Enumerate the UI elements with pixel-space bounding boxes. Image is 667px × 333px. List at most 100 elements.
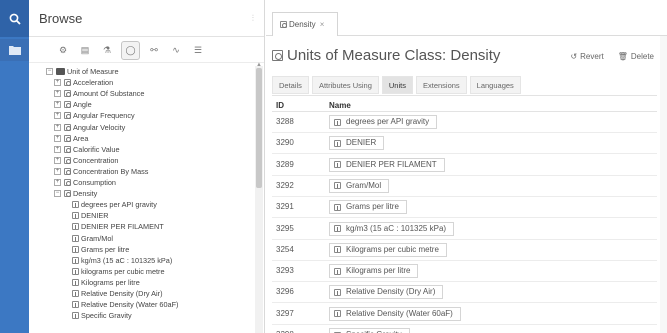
tree-scrollbar[interactable]: ▲ (255, 62, 263, 333)
expand-icon[interactable]: + (54, 101, 61, 109)
tree-class-item[interactable]: + Calorific Value (54, 144, 120, 155)
tree-class-item[interactable]: + Angular Velocity (54, 122, 125, 133)
tree-unit-item[interactable]: Relative Density (Water 60aF) (72, 299, 178, 310)
tree-unit-item[interactable]: Grams per litre (72, 244, 129, 255)
table-row[interactable]: 3298Specific Gravity (272, 325, 657, 333)
tree-unit-item[interactable]: degrees per API gravity (72, 199, 157, 210)
tab-languages[interactable]: Languages (469, 76, 521, 94)
unit-class-icon[interactable]: ◯ (121, 41, 140, 60)
tree-unit-item[interactable]: kilograms per cubic metre (72, 266, 165, 277)
list-icon[interactable]: ☰ (190, 43, 206, 59)
tree-unit-item[interactable]: DENIER PER FILAMENT (72, 221, 164, 232)
unit-name: Kilograms per cubic metre (346, 244, 439, 254)
collapse-handle-icon[interactable]: ⫶ (252, 13, 254, 24)
unit-name-chip[interactable]: DENIER (329, 136, 385, 151)
delete-button[interactable]: 🗑 Delete (618, 52, 654, 61)
tree-unit-item[interactable]: Gram/Mol (72, 233, 113, 244)
unit-icon (334, 267, 341, 275)
gear-icon[interactable]: ⚙ (55, 43, 71, 59)
page-title-text: Units of Measure Class: Density (287, 47, 501, 64)
unit-name-chip[interactable]: Gram/Mol (329, 178, 390, 193)
tree-class-item[interactable]: + Angular Frequency (54, 110, 135, 121)
expand-icon[interactable]: + (54, 79, 61, 87)
table-row[interactable]: 3295 kg/m3 (15 aC : 101325 kPa) (272, 219, 657, 240)
table-row[interactable]: 3293 Kilograms per litre (272, 261, 657, 283)
table-row[interactable]: 3292 Gram/Mol (272, 176, 657, 197)
expand-icon[interactable]: + (54, 156, 61, 164)
unit-name: Relative Density (Dry Air) (346, 287, 436, 297)
tree-class-item[interactable]: + Consumption (54, 177, 116, 188)
unit-name-chip[interactable]: Grams per litre (329, 200, 407, 215)
table-row[interactable]: 3289 DENIER PER FILAMENT (272, 155, 657, 176)
unit-icon (72, 256, 79, 264)
expand-icon[interactable]: + (54, 179, 61, 186)
tree-root[interactable]: − Unit of Measure (46, 66, 119, 77)
expand-icon[interactable]: + (54, 90, 61, 98)
revert-button[interactable]: ↺ Revert (570, 52, 603, 61)
expand-icon[interactable]: + (54, 112, 61, 120)
wave-icon[interactable]: ∿ (168, 43, 184, 59)
tree-class-item[interactable]: + Angle (54, 99, 92, 110)
tree-item-label: Specific Gravity (81, 311, 132, 321)
row-id: 3288 (276, 117, 294, 126)
table-row[interactable]: 3254 Kilograms per cubic metre (272, 240, 657, 261)
tab-units[interactable]: Units (381, 76, 413, 94)
tree-class-item[interactable]: + Acceleration (54, 77, 113, 88)
unit-icon (72, 312, 79, 320)
tree-class-item-density[interactable]: − Density (54, 188, 97, 199)
tree-class-item[interactable]: + Concentration (54, 155, 118, 166)
unit-name: Relative Density (Water 60aF) (346, 308, 453, 318)
column-header-id[interactable]: ID (276, 101, 284, 110)
tree-item-label: Relative Density (Dry Air) (81, 289, 163, 298)
column-header-name[interactable]: Name (329, 101, 351, 110)
tree-unit-item[interactable]: kg/m3 (15 aC : 101325 kPa) (72, 255, 172, 266)
unit-class-icon (64, 123, 71, 131)
right-gutter (660, 36, 667, 333)
link-icon[interactable]: ⚯ (146, 43, 162, 59)
document-icon[interactable]: ▤ (77, 43, 93, 59)
unit-name: Gram/Mol (346, 180, 382, 190)
unit-name-chip[interactable]: Relative Density (Dry Air) (329, 285, 444, 300)
flask-icon[interactable]: ⚗ (99, 43, 115, 59)
document-tab-bar: Density × (266, 10, 667, 36)
unit-tree: − Unit of Measure + Acceleration + Amount Of … (29, 66, 253, 333)
tree-class-item[interactable]: + Concentration By Mass (54, 166, 148, 177)
tab-details[interactable]: Details (272, 76, 309, 94)
table-row[interactable]: 3288 degrees per API gravity (272, 112, 657, 133)
tree-item-label: DENIER PER FILAMENT (81, 222, 164, 232)
collapse-icon[interactable]: − (46, 68, 53, 75)
scroll-thumb[interactable] (256, 68, 262, 188)
unit-name-chip[interactable]: DENIER PER FILAMENT (329, 157, 445, 172)
unit-name-chip[interactable]: degrees per API gravity (329, 115, 438, 129)
tree-class-item[interactable]: + Area (54, 133, 88, 144)
tree-unit-item[interactable]: Kilograms per litre (72, 277, 140, 288)
tab-density[interactable]: Density × (272, 12, 338, 36)
unit-icon (72, 301, 79, 309)
collapse-icon[interactable]: − (54, 190, 61, 198)
table-row[interactable]: 3291 Grams per litre (272, 197, 657, 219)
tab-extensions[interactable]: Extensions (415, 76, 467, 94)
tree-unit-item[interactable]: Specific Gravity (72, 310, 132, 321)
browse-title: Browse (39, 10, 83, 26)
unit-name-chip[interactable]: Kilograms per cubic metre (329, 242, 447, 257)
unit-name-chip[interactable]: Relative Density (Water 60aF) (329, 306, 461, 321)
tree-unit-item[interactable]: DENIER (72, 210, 109, 221)
tree-class-item[interactable]: + Amount Of Substance (54, 88, 144, 99)
expand-icon[interactable]: + (54, 167, 61, 175)
table-row[interactable]: 3296 Relative Density (Dry Air) (272, 282, 657, 304)
search-icon (9, 13, 21, 25)
browse-button[interactable] (0, 39, 29, 61)
expand-icon[interactable]: + (54, 123, 61, 131)
expand-icon[interactable]: + (54, 134, 61, 142)
unit-name-chip[interactable]: Kilograms per litre (329, 264, 419, 279)
close-icon[interactable]: × (320, 20, 325, 29)
tab-attributes-using[interactable]: Attributes Using (311, 76, 379, 94)
unit-name: Specific Gravity (346, 329, 402, 333)
unit-name-chip[interactable]: Specific Gravity (329, 328, 410, 333)
expand-icon[interactable]: + (54, 145, 61, 153)
tree-unit-item[interactable]: Relative Density (Dry Air) (72, 288, 163, 299)
table-row[interactable]: 3290 DENIER (272, 133, 657, 155)
table-row[interactable]: 3297 Relative Density (Water 60aF) (272, 304, 657, 325)
search-button[interactable] (0, 0, 29, 37)
unit-name-chip[interactable]: kg/m3 (15 aC : 101325 kPa) (329, 221, 455, 236)
